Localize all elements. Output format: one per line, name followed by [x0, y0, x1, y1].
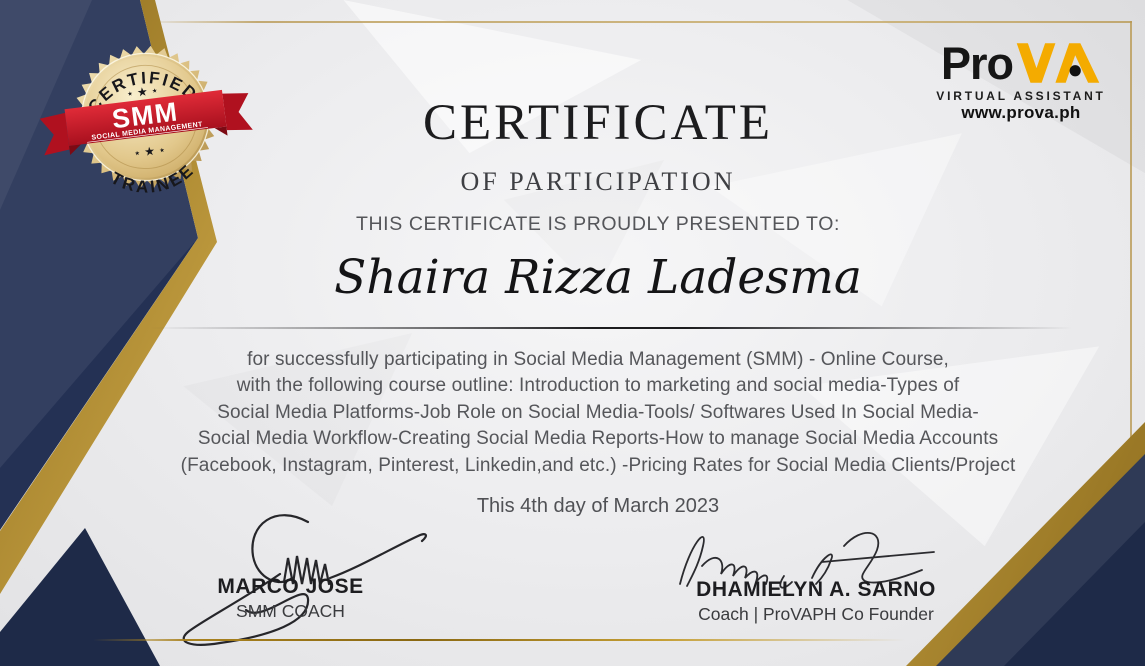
logo-word-pro: Pro — [940, 38, 1014, 89]
signature-block-right: DHAMIELYN A. SARNO Coach | ProVAPH Co Fo… — [660, 578, 972, 625]
course-description-line: Social Media Platforms-Job Role on Socia… — [217, 401, 979, 423]
certificate-page: CERTIFIED ⋆ ★ ⋆ SMM SOCIAL MEDIA MANAGEM… — [0, 0, 1145, 666]
course-description-line: Social Media Workflow-Creating Social Me… — [197, 428, 999, 450]
logo-va-icon — [1016, 43, 1100, 83]
signer-name: DHAMIELYN A. SARNO — [696, 578, 936, 601]
name-divider-line — [150, 327, 1073, 330]
signer-name: MARCO JOSE — [217, 575, 364, 598]
course-description-line: for successfully participating in Social… — [247, 349, 949, 370]
certificate-subtitle: OF PARTICIPATION — [460, 167, 736, 196]
signer-title: Coach | ProVAPH Co Founder — [698, 604, 934, 624]
signature-gold-rule — [93, 639, 905, 642]
course-description-line: (Facebook, Instagram, Pinterest, Linkedi… — [180, 454, 1016, 476]
certificate-title: CERTIFICATE — [422, 95, 774, 151]
signature-block-left: MARCO JOSE SMM COACH — [168, 575, 413, 622]
signer-title: SMM COACH — [236, 601, 345, 621]
presented-to-label: THIS CERTIFICATE IS PROUDLY PRESENTED TO… — [355, 213, 841, 235]
date-line: This 4th day of March 2023 — [476, 495, 720, 517]
gold-frame-top — [138, 21, 1132, 23]
recipient-name: Shaira Rizza Ladesma — [334, 250, 862, 305]
course-description-line: with the following course outline: Intro… — [236, 375, 960, 397]
course-description: for successfully participating in Social… — [51, 347, 1145, 479]
